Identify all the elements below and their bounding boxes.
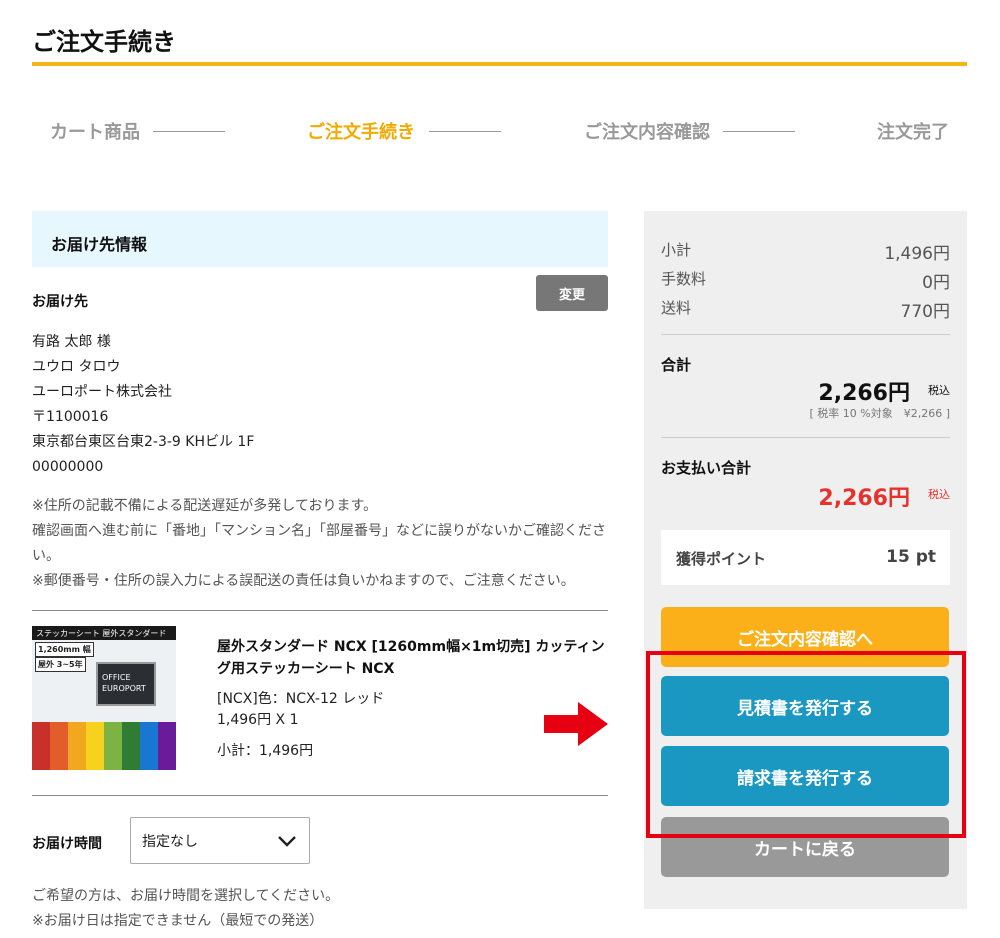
step-connector xyxy=(429,131,501,132)
total-value: 2,266円 xyxy=(818,381,910,406)
delivery-time-note: ※お届け日は指定できません（最短での発送） xyxy=(32,913,324,929)
points-value: 15 pt xyxy=(886,547,936,567)
delivery-time-value: 指定なし xyxy=(142,833,198,850)
total-tax-tag: 税込 xyxy=(928,384,950,397)
arrow-right-icon xyxy=(544,702,608,746)
step-checkout: ご注文手続き xyxy=(307,122,415,143)
product-name[interactable]: 屋外スタンダード NCX [1260mm幅×1m切売] カッティング用ステッカー… xyxy=(217,636,609,680)
divider xyxy=(32,610,608,611)
address-block: 有路 太郎 様 ユウロ タロウ ユーロポート株式会社 〒1100016 東京都台… xyxy=(32,330,254,480)
destination-label: お届け先 xyxy=(32,294,88,310)
product-subtotal: 小計：1,496円 xyxy=(217,743,314,759)
address-notes: ※住所の記載不備による配送遅延が多発しております。 確認画面へ進む前に「番地」「… xyxy=(32,494,612,594)
product-image-roll xyxy=(32,722,50,770)
fee-value: 0円 xyxy=(922,273,950,293)
fee-row: 手数料 0円 xyxy=(661,268,950,293)
step-complete: 注文完了 xyxy=(877,122,949,143)
points-box: 獲得ポイント 15 pt xyxy=(661,530,950,585)
product-image-roll xyxy=(122,722,140,770)
step-confirm: ご注文内容確認 xyxy=(584,122,710,143)
payment-total-label: お支払い合計 xyxy=(661,459,752,477)
delivery-section-title: お届け先情報 xyxy=(32,211,608,267)
highlight-box xyxy=(646,651,966,838)
subtotal-row: 小計 1,496円 xyxy=(661,239,950,264)
tax-note: [ 税率 10 %対象 ¥2,266 ] xyxy=(809,407,950,420)
product-image[interactable]: ステッカーシート 屋外スタンダード 1,260mm 幅 屋外 3~5年 OFFI… xyxy=(32,626,176,770)
product-price-qty: 1,496円 X 1 xyxy=(217,712,299,728)
product-image-banner: ステッカーシート 屋外スタンダード xyxy=(32,626,176,640)
points-label: 獲得ポイント xyxy=(676,550,767,568)
divider xyxy=(32,795,608,796)
recipient-address: 東京都台東区台東2-3-9 KHビル 1F xyxy=(32,434,255,450)
recipient-postal: 〒1100016 xyxy=(32,409,109,425)
product-image-roll xyxy=(50,722,68,770)
address-note: ※住所の記載不備による配送遅延が多発しております。 xyxy=(32,498,378,514)
product-details: [NCX]色：NCX-12 レッド 1,496円 X 1 xyxy=(217,689,384,731)
recipient-phone: 00000000 xyxy=(32,459,104,475)
chevron-down-icon xyxy=(278,836,296,847)
product-image-tag: 屋外 3~5年 xyxy=(35,657,86,672)
delivery-section: お届け先情報 お届け先 変更 xyxy=(32,211,608,311)
product-image-roll xyxy=(140,722,158,770)
product-image-roll xyxy=(86,722,104,770)
recipient-company: ユーロポート株式会社 xyxy=(32,384,172,400)
product-image-roll xyxy=(68,722,86,770)
total-label: 合計 xyxy=(661,356,692,374)
product-option: [NCX]色：NCX-12 レッド xyxy=(217,691,385,707)
shipping-value: 770円 xyxy=(900,302,950,322)
fee-label: 手数料 xyxy=(661,270,707,288)
product-image-rolls xyxy=(32,722,176,770)
title-rule xyxy=(32,62,967,66)
product-image-tag: 1,260mm 幅 xyxy=(35,642,94,657)
step-connector xyxy=(153,131,225,132)
recipient-kana: ユウロ タロウ xyxy=(32,359,121,375)
product-image-roll xyxy=(104,722,122,770)
product-image-plate: OFFICE EUROPORT xyxy=(96,662,156,706)
step-connector xyxy=(723,131,795,132)
subtotal-label: 小計 xyxy=(661,241,692,259)
delivery-time-select[interactable]: 指定なし xyxy=(130,817,310,864)
page-title: ご注文手続き xyxy=(32,28,176,56)
step-cart: カート商品 xyxy=(50,122,140,143)
shipping-row: 送料 770円 xyxy=(661,297,950,322)
payment-tax-tag: 税込 xyxy=(928,488,950,501)
change-address-button[interactable]: 変更 xyxy=(536,275,608,311)
progress-steps: カート商品 ご注文手続き ご注文内容確認 注文完了 xyxy=(0,118,1000,148)
divider xyxy=(661,437,950,438)
delivery-time-notes: ご希望の方は、お届け時間を選択してください。 ※お届け日は指定できません（最短で… xyxy=(32,884,339,934)
recipient-name: 有路 太郎 様 xyxy=(32,334,111,350)
divider xyxy=(661,334,950,335)
delivery-time-label: お届け時間 xyxy=(32,836,102,852)
delivery-time-note: ご希望の方は、お届け時間を選択してください。 xyxy=(32,888,340,904)
payment-total-value: 2,266円 xyxy=(818,486,910,511)
address-note: 確認画面へ進む前に「番地」「マンション名」「部屋番号」などに誤りがないかご確認く… xyxy=(32,523,606,564)
address-note: ※郵便番号・住所の誤入力による誤配送の責任は負いかねますので、ご注意ください。 xyxy=(32,573,575,589)
subtotal-value: 1,496円 xyxy=(884,244,950,264)
shipping-label: 送料 xyxy=(661,299,692,317)
product-image-roll xyxy=(158,722,176,770)
